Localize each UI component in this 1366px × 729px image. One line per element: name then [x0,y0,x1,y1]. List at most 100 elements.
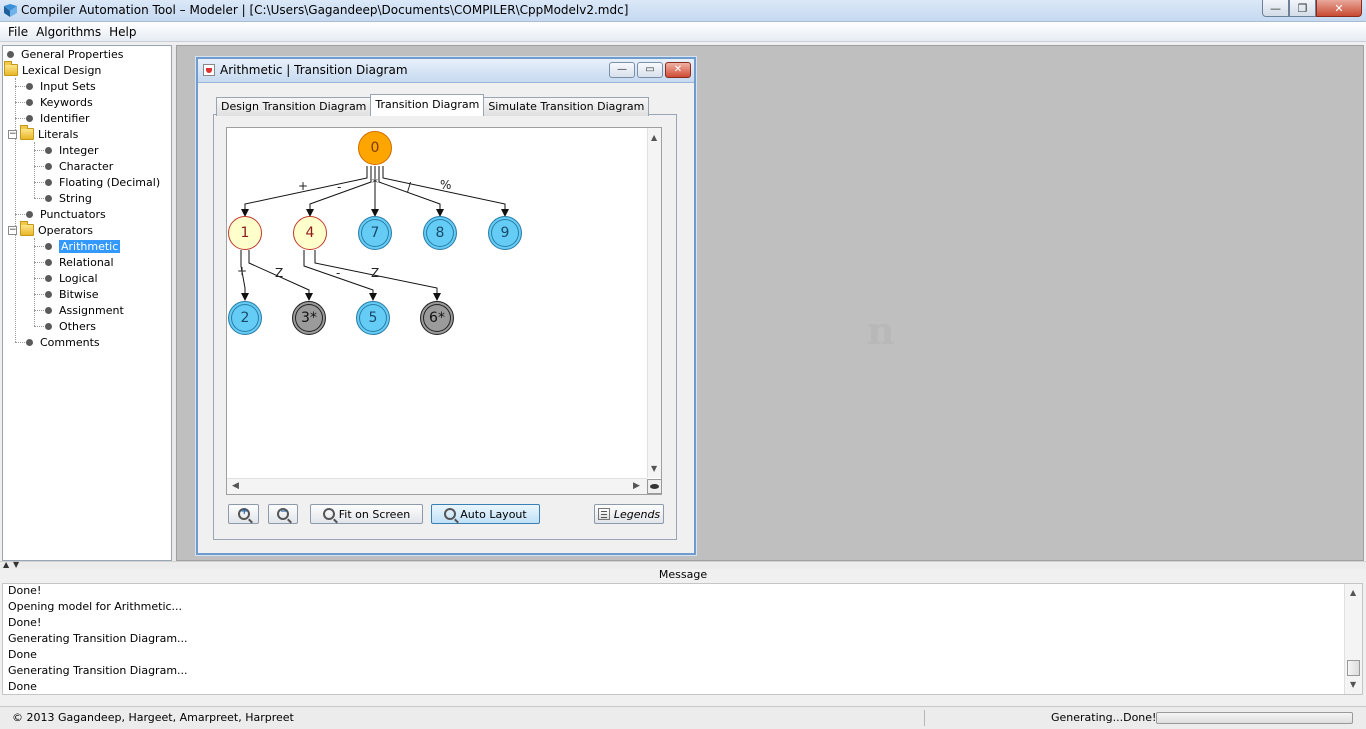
frame-title-bar[interactable]: Arithmetic | Transition Diagram — ▭ ✕ [198,59,694,83]
tree-label: Input Sets [40,79,96,93]
scroll-down-arrow[interactable]: ▼ [1350,680,1356,689]
leaf-icon [26,114,33,122]
zoom-in-button[interactable]: + [228,504,259,524]
leaf-icon [26,82,33,90]
state-6-retract[interactable]: 6* [420,301,454,335]
fit-on-screen-button[interactable]: Fit on Screen [310,504,423,524]
edge-label-minus: - [337,180,342,194]
tree-label: Literals [38,127,79,141]
state-7-final[interactable]: 7 [358,216,392,250]
message-panel-header: Message [658,568,708,581]
scroll-left-arrow[interactable]: ◀ [232,481,239,491]
leaf-icon [26,98,33,106]
zoom-out-icon: − [277,507,289,520]
scroll-up-arrow[interactable]: ▲ [1350,588,1356,597]
scroll-up-arrow[interactable]: ▲ [651,133,657,142]
tree-item-floating[interactable]: Floating (Decimal) [45,174,160,190]
tree-item-bitwise[interactable]: Bitwise [45,286,98,302]
leaf-icon [45,146,52,154]
tree-item-input-sets[interactable]: Input Sets [26,78,96,94]
tab-design-transition-diagram[interactable]: Design Transition Diagram [216,97,372,116]
tree-item-general-properties[interactable]: General Properties [7,46,123,62]
tree-label: Operators [38,223,93,237]
collapse-toggle[interactable]: − [8,129,17,139]
auto-layout-button[interactable]: Auto Layout [431,504,540,524]
tree-item-identifier[interactable]: Identifier [26,110,90,126]
frame-minimize-button[interactable]: — [609,62,635,78]
menu-help[interactable]: Help [105,25,140,39]
tree-item-operators[interactable]: − Operators [8,221,93,238]
collapse-toggle[interactable]: − [8,225,17,235]
state-9-final[interactable]: 9 [488,216,522,250]
tree-item-logical[interactable]: Logical [45,270,98,286]
tree-item-lexical-design[interactable]: Lexical Design [4,61,101,78]
tree-item-literals[interactable]: − Literals [8,125,79,142]
tab-strip: Design Transition Diagram Transition Dia… [216,94,650,116]
message-vertical-scrollbar[interactable]: ▲ ▼ [1344,584,1362,694]
close-button[interactable]: ✕ [1316,0,1362,17]
tree-item-keywords[interactable]: Keywords [26,94,93,110]
tree-label: Keywords [40,95,93,109]
overview-eye-icon[interactable] [647,479,662,494]
menu-file[interactable]: File [4,25,32,39]
state-0-start[interactable]: 0 [358,131,392,165]
tree-label: String [59,191,92,205]
legends-button[interactable]: Legends [594,504,664,524]
splitter-up-arrow[interactable]: ▲ [3,560,9,569]
legend-icon [597,508,610,520]
tree-item-comments[interactable]: Comments [26,334,100,350]
edge-label-z-2: Z [371,266,380,280]
state-8-final[interactable]: 8 [423,216,457,250]
edge-label-divide: / [407,180,412,194]
minimize-button[interactable]: — [1262,0,1289,17]
tree-label: Identifier [40,111,90,125]
status-separator [924,710,925,726]
window-title: Compiler Automation Tool – Modeler | [C:… [21,3,629,17]
tab-transition-diagram[interactable]: Transition Diagram [370,94,485,116]
diagram-vertical-scrollbar[interactable]: ▲ ▼ [647,128,661,478]
message-line: Done! [8,584,42,597]
leaf-icon [45,322,52,330]
state-2-final[interactable]: 2 [228,301,262,335]
leaf-icon [45,162,52,170]
tree-label: Logical [59,271,98,285]
folder-open-icon [20,221,34,236]
tree-item-integer[interactable]: Integer [45,142,99,158]
tree-item-character[interactable]: Character [45,158,113,174]
zoom-in-icon: + [237,507,250,520]
tree-item-string[interactable]: String [45,190,92,206]
tree-label: Relational [59,255,114,269]
tree-item-punctuators[interactable]: Punctuators [26,206,106,222]
message-line: Done [8,680,37,693]
tree-item-others[interactable]: Others [45,318,96,334]
tab-simulate-transition-diagram[interactable]: Simulate Transition Diagram [483,97,650,116]
diagram-horizontal-scrollbar[interactable]: ◀ ▶ [227,478,647,494]
scroll-right-arrow[interactable]: ▶ [633,481,640,491]
tree-item-assignment[interactable]: Assignment [45,302,124,318]
tree-label: Others [59,319,96,333]
splitter-down-arrow[interactable]: ▼ [13,560,19,569]
maximize-button[interactable]: ❐ [1289,0,1316,17]
state-3-retract[interactable]: 3* [292,301,326,335]
edge-label-multiply: * [372,176,378,190]
tree-label: Floating (Decimal) [59,175,161,189]
scroll-down-arrow[interactable]: ▼ [651,464,657,473]
zoom-out-button[interactable]: − [268,504,298,524]
state-4[interactable]: 4 [293,216,327,250]
tree-item-relational[interactable]: Relational [45,254,114,270]
frame-maximize-button[interactable]: ▭ [637,62,663,78]
leaf-icon [45,194,52,202]
state-5-final[interactable]: 5 [356,301,390,335]
tree-item-arithmetic[interactable]: Arithmetic [45,238,121,254]
frame-close-button[interactable]: ✕ [665,62,691,78]
leaf-icon [45,242,52,250]
message-line: Done! [8,616,42,629]
tree-label: Integer [59,143,99,157]
tree-label: Character [59,159,114,173]
scroll-thumb[interactable] [1347,660,1360,676]
java-icon [203,64,215,76]
leaf-icon [26,210,33,218]
state-1[interactable]: 1 [228,216,262,250]
menu-algorithms[interactable]: Algorithms [32,25,105,39]
app-icon [4,4,17,17]
